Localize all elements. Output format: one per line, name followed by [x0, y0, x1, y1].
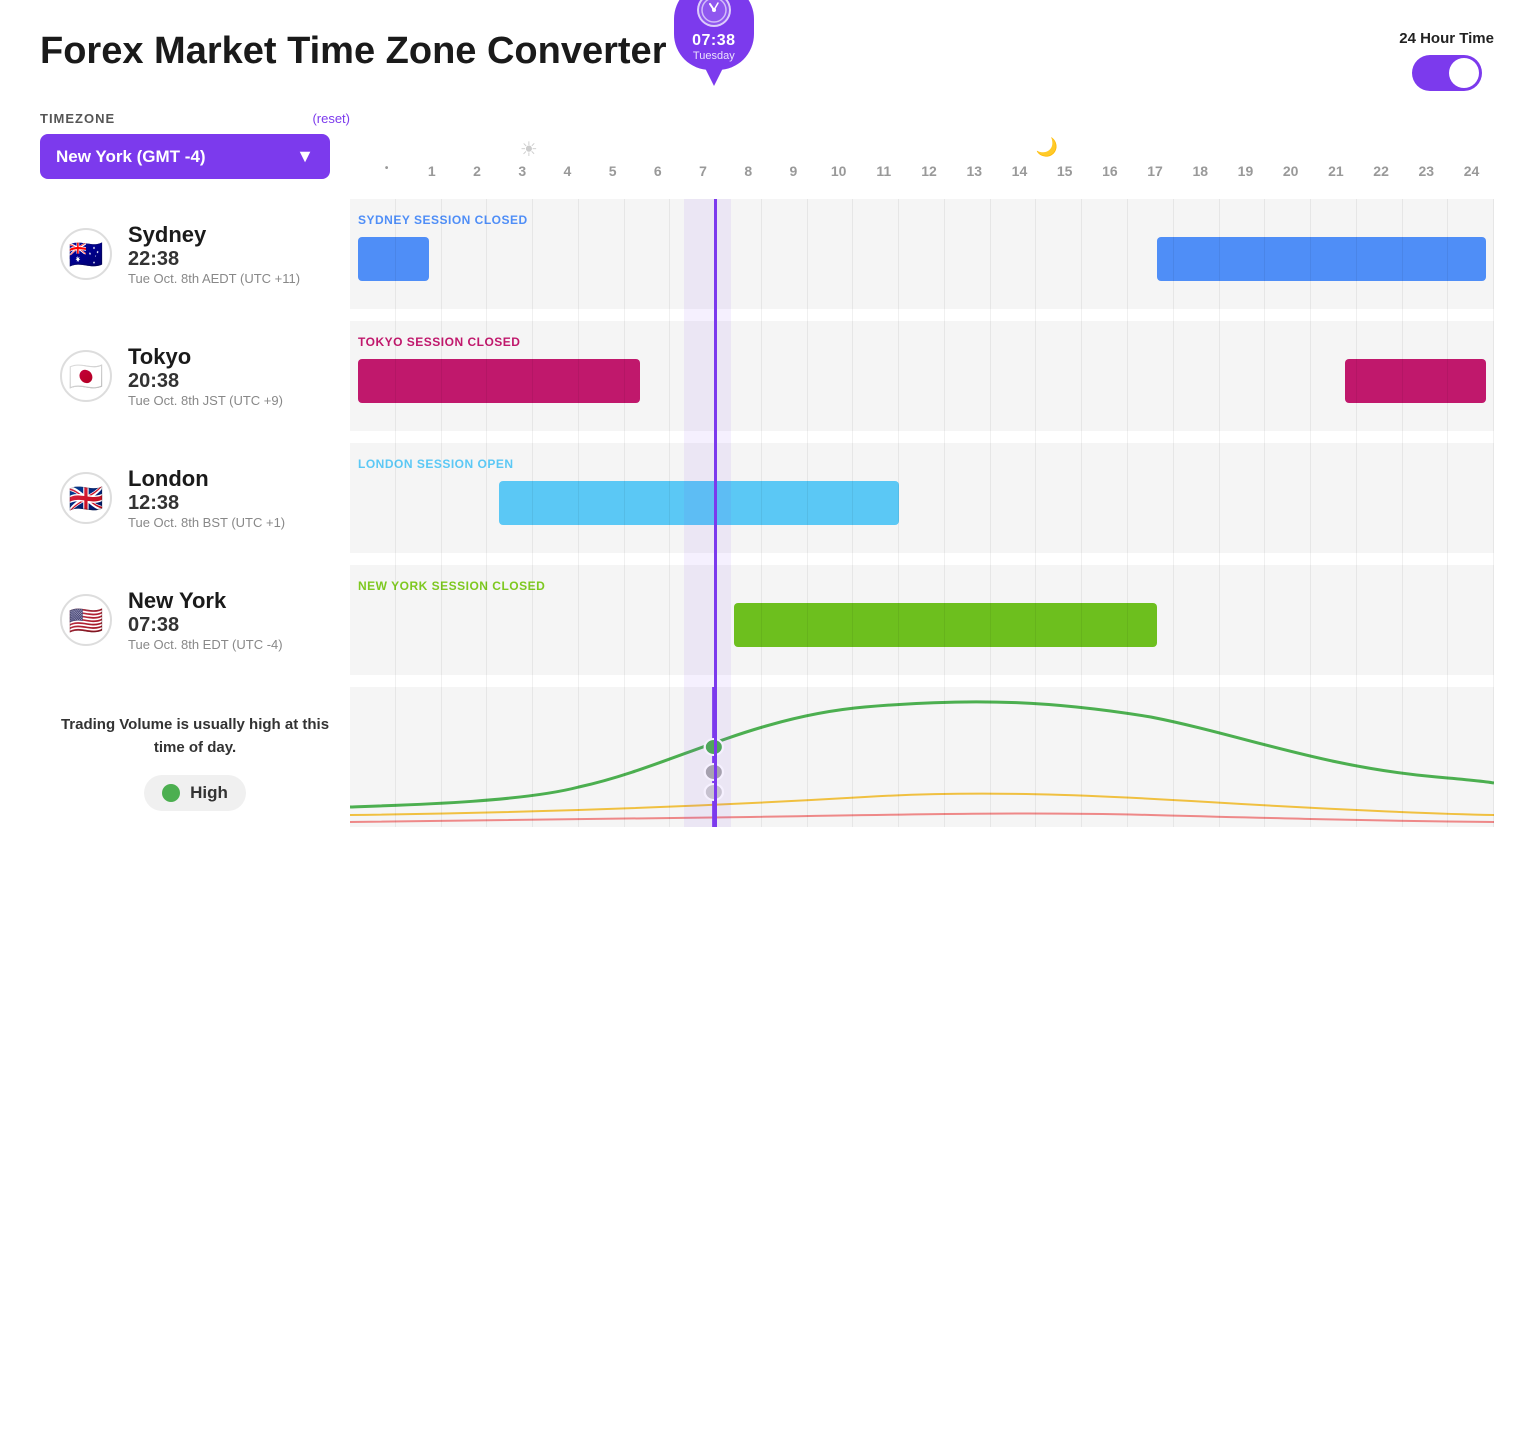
flag-new-york: 🇺🇸 — [60, 594, 112, 646]
session-status-3: NEW YORK SESSION CLOSED — [358, 579, 1486, 593]
session-info-tokyo: 🇯🇵 Tokyo 20:38 Tue Oct. 8th JST (UTC +9) — [40, 321, 350, 431]
bar-container-2 — [358, 481, 1486, 525]
session-status-1: TOKYO SESSION CLOSED — [358, 335, 1486, 349]
bar-1-0 — [358, 359, 640, 403]
session-date-0: Tue Oct. 8th AEDT (UTC +11) — [128, 271, 300, 286]
24hour-toggle[interactable] — [1412, 55, 1482, 91]
session-city-2: London — [128, 466, 285, 492]
session-details-1: Tokyo 20:38 Tue Oct. 8th JST (UTC +9) — [128, 344, 283, 408]
session-status-2: LONDON SESSION OPEN — [358, 457, 1486, 471]
session-bar-area-3: NEW YORK SESSION CLOSED — [350, 565, 1494, 675]
bar-3-0 — [734, 603, 1157, 647]
session-time-2: 12:38 — [128, 492, 285, 515]
toggle-label: 24 Hour Time — [1399, 30, 1494, 47]
bar-container-1 — [358, 359, 1486, 403]
session-details-2: London 12:38 Tue Oct. 8th BST (UTC +1) — [128, 466, 285, 530]
time-tick-5: 5 — [590, 163, 635, 179]
time-tick-21: 21 — [1313, 163, 1358, 179]
time-tick-20: 20 — [1268, 163, 1313, 179]
toggle-area: 24 Hour Time — [1399, 30, 1494, 91]
current-hour-highlight — [684, 199, 732, 827]
time-tick-17: 17 — [1132, 163, 1177, 179]
sun-icon: ☀ — [520, 137, 538, 162]
time-tick-4: 4 — [545, 163, 590, 179]
time-tick-7: 7 — [680, 163, 725, 179]
session-date-2: Tue Oct. 8th BST (UTC +1) — [128, 515, 285, 530]
session-bar-area-0: SYDNEY SESSION CLOSED — [350, 199, 1494, 309]
session-time-3: 07:38 — [128, 614, 283, 637]
time-tick-24: 24 — [1449, 163, 1494, 179]
session-info-new-york: 🇺🇸 New York 07:38 Tue Oct. 8th EDT (UTC … — [40, 565, 350, 675]
time-tick-2: 2 — [454, 163, 499, 179]
sun-moon-row: ☀ 🌙 — [364, 133, 1494, 163]
time-tick-14: 14 — [997, 163, 1042, 179]
session-details-0: Sydney 22:38 Tue Oct. 8th AEDT (UTC +11) — [128, 222, 300, 286]
timezone-section: TIMEZONE (reset) New York (GMT -4) ▼ — [40, 111, 350, 179]
timezone-dropdown[interactable]: New York (GMT -4) ▼ — [40, 134, 330, 179]
volume-dot-icon — [162, 784, 180, 802]
toggle-knob — [1449, 58, 1479, 88]
time-tick-11: 11 — [861, 163, 906, 179]
time-tick-9: 9 — [771, 163, 816, 179]
time-tick-23: 23 — [1404, 163, 1449, 179]
flag-london: 🇬🇧 — [60, 472, 112, 524]
flag-sydney: 🇦🇺 — [60, 228, 112, 280]
time-tick-3: 3 — [500, 163, 545, 179]
session-info-sydney: 🇦🇺 Sydney 22:38 Tue Oct. 8th AEDT (UTC +… — [40, 199, 350, 309]
time-tick-19: 19 — [1223, 163, 1268, 179]
bar-1-1 — [1345, 359, 1486, 403]
time-tick-1: 1 — [409, 163, 454, 179]
timezone-reset[interactable]: (reset) — [312, 111, 350, 126]
timezone-value: New York (GMT -4) — [56, 147, 206, 167]
time-tick-18: 18 — [1178, 163, 1223, 179]
timezone-label: TIMEZONE — [40, 111, 115, 126]
volume-level: High — [190, 783, 228, 803]
session-time-0: 22:38 — [128, 248, 300, 271]
clock-face — [697, 0, 731, 27]
moon-icon: 🌙 — [1035, 137, 1057, 158]
time-tick-22: 22 — [1358, 163, 1403, 179]
time-tick-8: 8 — [726, 163, 771, 179]
bar-0-1 — [1157, 237, 1486, 281]
sessions-right: SYDNEY SESSION CLOSED TOKYO SESSION CLOSE… — [350, 199, 1494, 827]
current-time-bubble: 07:38 Tuesday — [674, 0, 754, 70]
time-tick-15: 15 — [1042, 163, 1087, 179]
time-tick-16: 16 — [1087, 163, 1132, 179]
session-status-0: SYDNEY SESSION CLOSED — [358, 213, 1486, 227]
page-title: Forex Market Time Zone Converter — [40, 30, 666, 73]
dropdown-arrow-icon: ▼ — [296, 146, 314, 167]
session-details-3: New York 07:38 Tue Oct. 8th EDT (UTC -4) — [128, 588, 283, 652]
time-axis: •123456789101112131415161718192021222324 — [364, 163, 1494, 179]
session-bar-area-2: LONDON SESSION OPEN — [350, 443, 1494, 553]
header: Forex Market Time Zone Converter 24 Hour… — [40, 30, 1494, 91]
time-tick-0: • — [364, 163, 409, 179]
volume-chart — [350, 687, 1494, 827]
current-day-display: Tuesday — [693, 50, 735, 62]
time-tick-10: 10 — [816, 163, 861, 179]
volume-text: Trading Volume is usually high at this t… — [60, 714, 330, 759]
session-info-london: 🇬🇧 London 12:38 Tue Oct. 8th BST (UTC +1… — [40, 443, 350, 553]
time-tick-13: 13 — [952, 163, 997, 179]
bar-0-0 — [358, 237, 429, 281]
time-tick-6: 6 — [635, 163, 680, 179]
flag-tokyo: 🇯🇵 — [60, 350, 112, 402]
volume-badge: High — [144, 775, 246, 811]
session-city-1: Tokyo — [128, 344, 283, 370]
bar-container-3 — [358, 603, 1486, 647]
current-time-display: 07:38 — [692, 32, 735, 50]
bar-container-0 — [358, 237, 1486, 281]
session-date-3: Tue Oct. 8th EDT (UTC -4) — [128, 637, 283, 652]
session-time-1: 20:38 — [128, 370, 283, 393]
session-city-0: Sydney — [128, 222, 300, 248]
session-bar-area-1: TOKYO SESSION CLOSED — [350, 321, 1494, 431]
time-tick-12: 12 — [906, 163, 951, 179]
session-city-3: New York — [128, 588, 283, 614]
session-date-1: Tue Oct. 8th JST (UTC +9) — [128, 393, 283, 408]
